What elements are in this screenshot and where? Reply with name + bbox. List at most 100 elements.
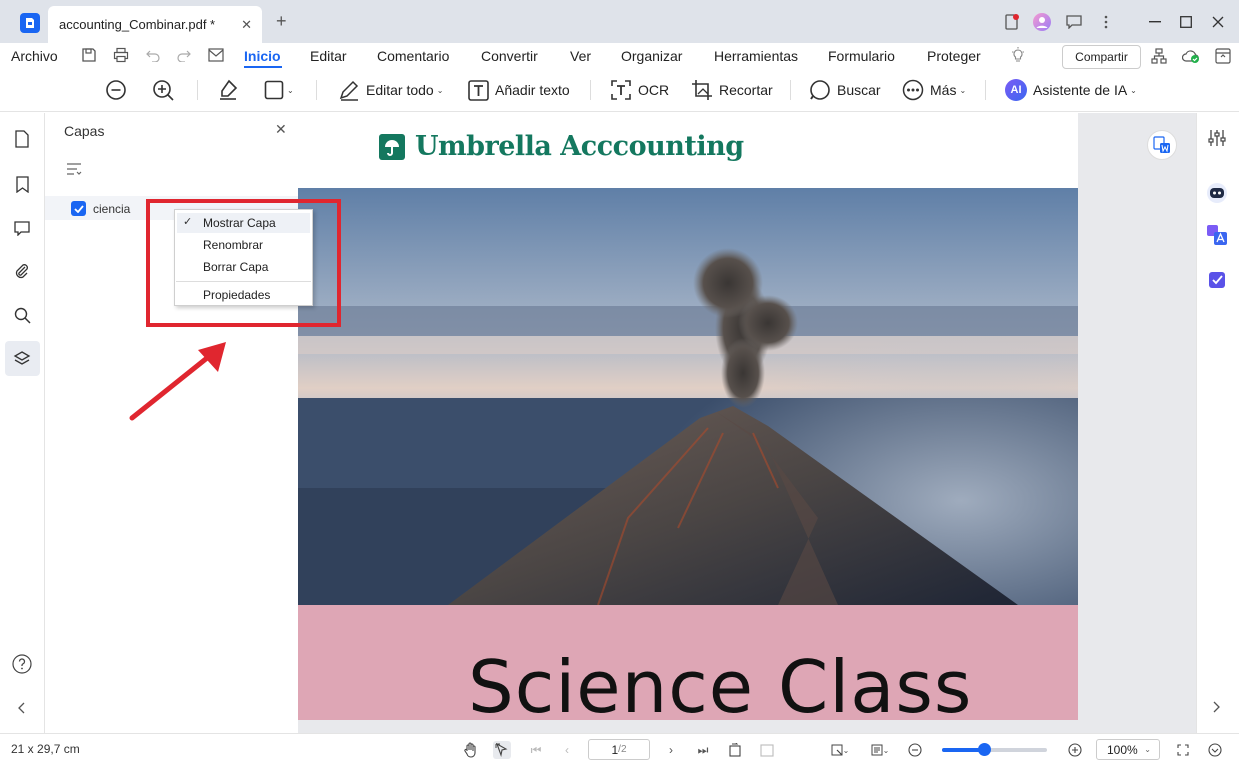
feedback-icon[interactable] bbox=[1064, 12, 1084, 32]
chevron-down-icon: ⌄ bbox=[287, 85, 294, 95]
menu-inicio[interactable]: Inicio bbox=[244, 48, 281, 64]
zoom-slider-handle[interactable] bbox=[978, 743, 991, 756]
pdf-page[interactable]: Umbrella Acccounting Science Class bbox=[298, 113, 1078, 720]
current-page: 1 bbox=[611, 742, 619, 757]
page-layout-dropdown[interactable]: ⌄ bbox=[866, 741, 894, 759]
layer-options-icon[interactable] bbox=[66, 162, 82, 176]
rotate-icon[interactable] bbox=[726, 741, 744, 759]
share-network-icon[interactable] bbox=[1151, 48, 1167, 64]
title-band: Science Class bbox=[298, 605, 1078, 720]
layer-visibility-checkbox[interactable] bbox=[71, 201, 86, 216]
hand-tool-icon[interactable] bbox=[462, 741, 480, 759]
fullscreen-icon[interactable] bbox=[1174, 741, 1192, 759]
menu-proteger[interactable]: Proteger bbox=[927, 48, 981, 64]
menu-comentario[interactable]: Comentario bbox=[377, 48, 449, 64]
close-window-icon[interactable] bbox=[1208, 12, 1228, 32]
search-panel-icon[interactable] bbox=[11, 304, 33, 326]
ocr-button[interactable]: OCR bbox=[610, 79, 669, 101]
ai-robot-icon[interactable] bbox=[1206, 182, 1228, 204]
zoom-select[interactable]: 100% ⌄ bbox=[1096, 739, 1160, 760]
cursor-mode-dropdown[interactable]: ⌄ bbox=[826, 741, 854, 759]
zoom-out-button[interactable] bbox=[105, 79, 127, 101]
search-icon bbox=[809, 79, 831, 101]
more-button[interactable]: Más ⌄ bbox=[902, 79, 966, 101]
expand-right-icon[interactable] bbox=[1212, 701, 1220, 713]
email-icon[interactable] bbox=[208, 48, 224, 62]
minimize-icon[interactable] bbox=[1145, 12, 1165, 32]
rectangle-icon bbox=[264, 80, 284, 100]
collapse-ribbon-icon[interactable] bbox=[1215, 48, 1231, 64]
fit-page-icon[interactable] bbox=[758, 741, 776, 759]
last-page-icon[interactable]: ⏭ bbox=[694, 741, 712, 759]
left-sidebar-rail bbox=[0, 113, 45, 733]
menu-archivo[interactable]: Archivo bbox=[11, 48, 58, 64]
edit-all-button[interactable]: Editar todo ⌄ bbox=[338, 79, 443, 101]
ai-icon: AI bbox=[1005, 79, 1027, 101]
zoom-value: 100% bbox=[1107, 742, 1138, 757]
translate-icon[interactable] bbox=[1207, 225, 1227, 245]
thumbnails-icon[interactable] bbox=[11, 128, 33, 150]
share-button[interactable]: Compartir bbox=[1062, 45, 1141, 69]
toolbar-divider bbox=[590, 80, 591, 100]
menu-herramientas[interactable]: Herramientas bbox=[714, 48, 798, 64]
annotation-arrow bbox=[129, 342, 226, 421]
panel-title: Capas bbox=[64, 123, 105, 139]
save-icon[interactable] bbox=[81, 47, 97, 63]
help-icon[interactable] bbox=[11, 653, 33, 675]
ai-assistant-label: Asistente de IA bbox=[1033, 82, 1128, 98]
bookmark-icon[interactable] bbox=[11, 173, 33, 195]
active-menu-underline bbox=[244, 66, 282, 68]
notification-icon[interactable] bbox=[1002, 12, 1022, 32]
layer-name: ciencia bbox=[93, 202, 131, 216]
collapse-left-icon[interactable] bbox=[11, 697, 33, 719]
task-check-icon[interactable] bbox=[1208, 270, 1227, 289]
search-label: Buscar bbox=[837, 82, 881, 98]
redo-icon[interactable] bbox=[177, 48, 191, 62]
close-panel-icon[interactable]: ✕ bbox=[275, 121, 287, 138]
zoom-in-small-icon[interactable] bbox=[1066, 741, 1084, 759]
crop-button[interactable]: Recortar bbox=[691, 79, 773, 101]
prev-page-icon[interactable]: ‹ bbox=[558, 741, 576, 759]
document-tab[interactable]: accounting_Combinar.pdf * ✕ bbox=[48, 6, 262, 43]
right-sidebar-rail bbox=[1196, 113, 1239, 733]
app-logo-icon[interactable] bbox=[20, 13, 40, 33]
ai-assistant-button[interactable]: AI Asistente de IA ⌄ bbox=[1005, 79, 1137, 101]
menu-editar[interactable]: Editar bbox=[310, 48, 347, 64]
cloud-sync-icon[interactable] bbox=[1182, 48, 1200, 64]
first-page-icon[interactable]: ⏮ bbox=[527, 741, 545, 759]
lightbulb-icon[interactable] bbox=[1011, 47, 1025, 65]
menu-ver[interactable]: Ver bbox=[570, 48, 591, 64]
zoom-in-button[interactable] bbox=[152, 79, 174, 101]
undo-icon[interactable] bbox=[146, 48, 160, 62]
shape-button[interactable]: ⌄ bbox=[264, 79, 294, 101]
page-number-input[interactable]: 1 /2 bbox=[588, 739, 650, 760]
new-tab-icon[interactable]: + bbox=[276, 11, 287, 32]
attachment-icon[interactable] bbox=[11, 260, 33, 282]
more-options-icon[interactable] bbox=[1096, 12, 1116, 32]
select-tool-icon[interactable] bbox=[493, 741, 511, 759]
print-icon[interactable] bbox=[113, 47, 129, 63]
properties-sliders-icon[interactable] bbox=[1208, 129, 1226, 147]
menu-organizar[interactable]: Organizar bbox=[621, 48, 682, 64]
comment-icon[interactable] bbox=[11, 217, 33, 239]
tab-close-icon[interactable]: ✕ bbox=[241, 17, 252, 33]
ocr-icon bbox=[610, 79, 632, 101]
document-headline: Science Class bbox=[468, 645, 973, 720]
next-page-icon[interactable]: › bbox=[662, 741, 680, 759]
highlight-button[interactable] bbox=[217, 79, 239, 101]
convert-to-word-icon[interactable] bbox=[1147, 130, 1177, 160]
ocr-label: OCR bbox=[638, 82, 670, 98]
menu-convertir[interactable]: Convertir bbox=[481, 48, 538, 64]
edit-pen-icon bbox=[338, 79, 360, 101]
add-text-label: Añadir texto bbox=[495, 82, 570, 98]
collapse-statusbar-icon[interactable] bbox=[1206, 741, 1224, 759]
zoom-out-small-icon[interactable] bbox=[906, 741, 924, 759]
layers-icon[interactable] bbox=[11, 348, 33, 370]
search-button[interactable]: Buscar bbox=[809, 79, 881, 101]
chevron-down-icon: ⌄ bbox=[959, 85, 967, 95]
maximize-icon[interactable] bbox=[1176, 12, 1196, 32]
avatar[interactable] bbox=[1032, 12, 1052, 32]
menu-formulario[interactable]: Formulario bbox=[828, 48, 895, 64]
total-pages: /2 bbox=[618, 744, 627, 755]
add-text-button[interactable]: Añadir texto bbox=[468, 79, 570, 101]
